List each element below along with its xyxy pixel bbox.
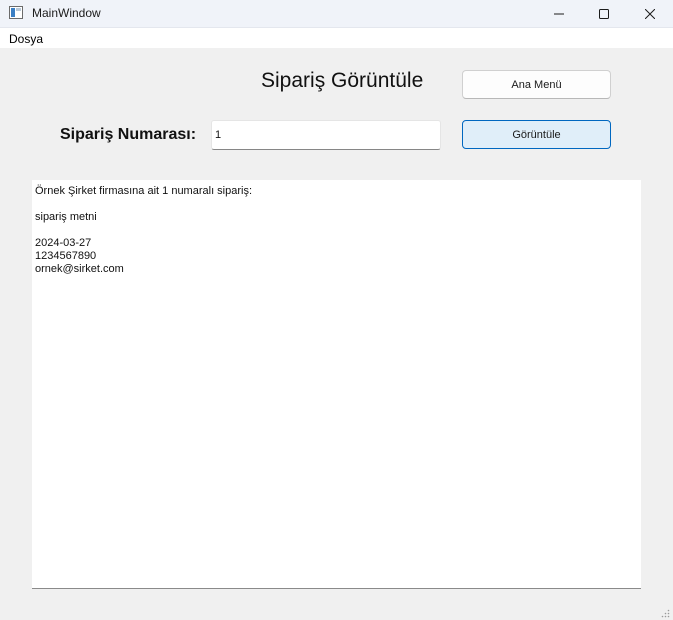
order-details-line: sipariş metni	[35, 211, 97, 223]
title-bar: MainWindow	[0, 0, 673, 28]
close-button[interactable]	[627, 0, 673, 27]
maximize-button[interactable]	[581, 0, 627, 27]
order-details-line: 2024-03-27	[35, 237, 92, 249]
order-details-line: Örnek Şirket firmasına ait 1 numaralı si…	[35, 185, 253, 197]
maximize-icon	[599, 8, 609, 19]
menu-dosya[interactable]: Dosya	[9, 32, 43, 46]
order-details-line	[35, 224, 638, 237]
minimize-icon	[554, 13, 564, 14]
close-icon	[645, 8, 655, 19]
main-menu-button[interactable]: Ana Menü	[462, 70, 611, 99]
app-window-icon	[9, 6, 23, 19]
resize-grip-icon[interactable]	[661, 609, 670, 618]
view-button[interactable]: Görüntüle	[462, 120, 611, 149]
menu-bar: Dosya	[0, 28, 673, 48]
order-details-line	[35, 198, 638, 211]
order-details-line: 1234567890	[35, 250, 97, 262]
order-details-textarea[interactable]: Örnek Şirket firmasına ait 1 numaralı si…	[32, 180, 641, 589]
page-title: Sipariş Görüntüle	[261, 69, 424, 92]
minimize-button[interactable]	[536, 0, 582, 27]
order-number-label: Sipariş Numarası:	[60, 126, 197, 143]
window-title: MainWindow	[32, 6, 101, 20]
order-number-input[interactable]	[211, 120, 441, 150]
order-details-line: ornek@sirket.com	[35, 263, 124, 275]
